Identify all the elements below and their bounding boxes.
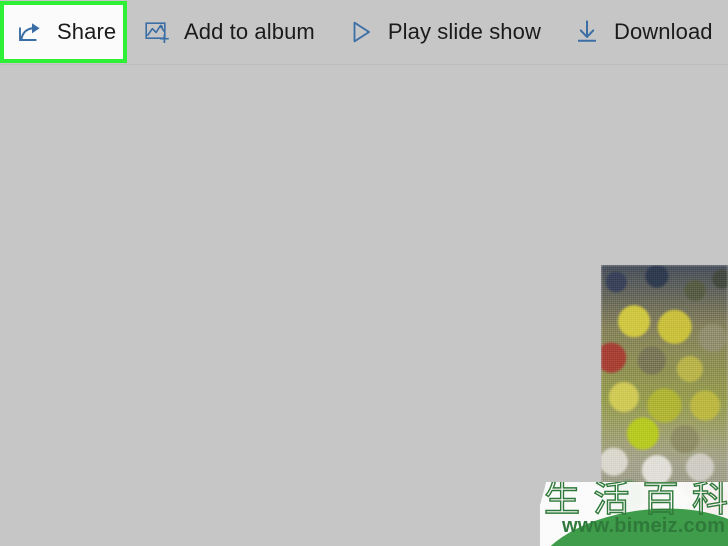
add-photo-icon	[143, 18, 171, 46]
download-label: Download	[613, 19, 713, 44]
share-label: Share	[57, 19, 117, 44]
photo-grain-overlay	[601, 265, 728, 546]
add-to-album-button[interactable]: Add to album	[127, 0, 331, 65]
add-to-album-label: Add to album	[184, 19, 315, 44]
crowd-photo-thumbnail[interactable]	[601, 265, 728, 546]
play-slideshow-label: Play slide show	[387, 19, 541, 44]
download-arrow-icon	[573, 18, 601, 46]
download-button[interactable]: Download	[557, 0, 728, 65]
share-button[interactable]: Share	[0, 1, 127, 63]
play-slideshow-button[interactable]: Play slide show	[331, 0, 557, 65]
play-triangle-icon	[347, 18, 375, 46]
photos-toolbar: Share Add to album Play slide show Downl…	[0, 0, 728, 65]
share-arrow-icon	[16, 18, 44, 46]
